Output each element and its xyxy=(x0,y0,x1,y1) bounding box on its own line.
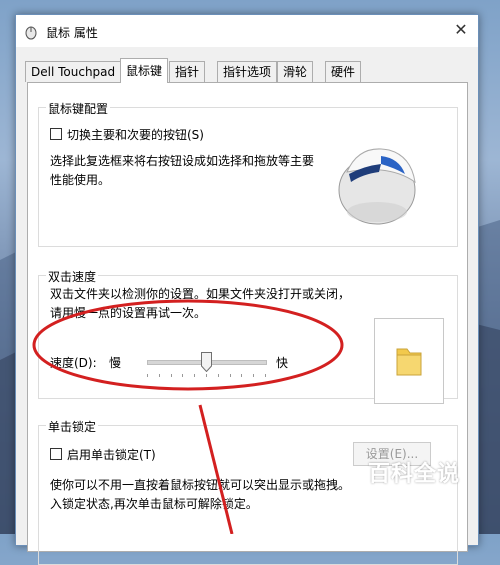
watermark: 百科全说 助你轻松解决 xyxy=(368,456,460,505)
test-folder-area[interactable] xyxy=(374,318,444,404)
tab-wheel[interactable]: 滑轮 xyxy=(277,61,314,82)
slider-tick xyxy=(170,374,172,377)
mouse-icon xyxy=(319,112,436,242)
fast-label: 快 xyxy=(276,356,289,370)
speed-label: 速度(D): xyxy=(50,356,97,370)
double-click-group: 双击速度 双击文件夹以检测你的设置。如果文件夹没打开或关闭，请用慢一点的设置再试… xyxy=(38,268,458,404)
slider-tick xyxy=(253,374,255,377)
slider-tick xyxy=(194,374,196,377)
double-click-title: 双击速度 xyxy=(46,268,99,285)
slider-tick xyxy=(229,374,231,377)
button-config-group: 鼠标键配置 切换主要和次要的按钮(S) 选择此复选框来将右按钮设成如选择和拖放等… xyxy=(38,100,458,247)
tab-dell-touchpad[interactable]: Dell Touchpad xyxy=(25,61,122,82)
switch-buttons-checkbox[interactable] xyxy=(50,128,62,140)
tab-hardware[interactable]: 硬件 xyxy=(325,61,362,82)
slider-tick xyxy=(182,374,184,377)
tab-pointer-options[interactable]: 指针选项 xyxy=(217,61,278,82)
slider-tick xyxy=(158,374,160,377)
watermark-main: 百科全说 xyxy=(367,462,460,487)
speed-slider-thumb[interactable] xyxy=(201,352,212,372)
click-lock-description: 使你可以不用一直按着鼠标按钮就可以突出显示或拖拽。入锁定状态,再次单击鼠标可解除… xyxy=(50,478,351,511)
title-bar: 鼠标 属性 ✕ xyxy=(16,15,478,47)
watermark-sub: 助你轻松解决 xyxy=(374,490,453,504)
window-title: 鼠标 属性 xyxy=(46,26,98,40)
close-icon[interactable]: ✕ xyxy=(444,15,478,45)
click-lock-title: 单击锁定 xyxy=(46,418,99,435)
slider-tick xyxy=(265,374,266,377)
slider-tick xyxy=(217,374,219,377)
slider-tick xyxy=(147,374,148,377)
double-click-description: 双击文件夹以检测你的设置。如果文件夹没打开或关闭，请用慢一点的设置再试一次。 xyxy=(50,287,351,320)
folder-icon xyxy=(396,348,422,376)
slow-label: 慢 xyxy=(109,356,122,370)
enable-click-lock-label: 启用单击锁定(T) xyxy=(67,448,156,462)
slider-tick xyxy=(206,374,207,377)
button-config-description: 选择此复选框来将右按钮设成如选择和拖放等主要性能使用。 xyxy=(50,154,315,187)
switch-buttons-label: 切换主要和次要的按钮(S) xyxy=(67,128,204,142)
button-config-title: 鼠标键配置 xyxy=(46,100,111,117)
tab-pointers[interactable]: 指针 xyxy=(169,61,206,82)
enable-click-lock-checkbox[interactable] xyxy=(50,448,62,460)
tab-mouse-buttons[interactable]: 鼠标键 xyxy=(120,58,169,83)
slider-tick xyxy=(241,374,243,377)
title-mouse-icon xyxy=(25,26,37,40)
